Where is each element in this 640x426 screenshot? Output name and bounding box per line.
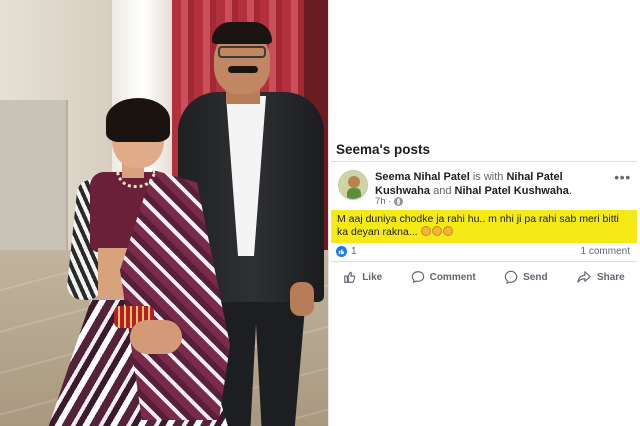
reaction-count: 1 [351,246,357,257]
messenger-icon [504,270,518,284]
post-actions: Like Comment Send Share [329,266,639,288]
man-hand [290,282,314,316]
more-options-icon[interactable]: ••• [614,170,631,185]
share-label: Share [596,271,625,283]
author-name[interactable]: Seema Nihal Patel [375,171,470,183]
comment-icon [411,271,424,284]
like-button[interactable]: Like [343,270,382,284]
globe-icon [394,197,404,206]
thumbs-up-icon [344,271,356,283]
facebook-post-panel: Seema's posts Seema Nihal Patel is with … [328,0,640,426]
couple-photo [0,0,328,426]
share-button[interactable]: Share [576,270,625,284]
reaction-summary[interactable]: 1 [336,246,357,257]
send-label: Send [523,271,548,283]
post-body: M aaj duniya chodke ja rahi hu.. m nhi j… [331,210,637,243]
woman-hands [130,320,182,354]
tagged-person-2[interactable]: Nihal Patel Kushwaha [455,185,569,197]
door [0,100,68,250]
comment-label: Comment [429,271,476,283]
man-glasses [218,46,266,58]
post-meta: 7h · [375,196,404,207]
avatar-image [339,171,367,199]
comment-button[interactable]: Comment [411,270,476,284]
like-label: Like [362,271,383,283]
with-text: is with [472,171,504,183]
send-button[interactable]: Send [504,270,548,284]
post-header: Seema Nihal Patel is with Nihal Patel Ku… [375,170,607,198]
avatar[interactable] [338,170,368,200]
divider [331,161,637,162]
like-reaction-icon [336,246,347,257]
woman-hair [106,98,170,142]
crying-emoji-icon [421,226,432,236]
crying-emoji-icon [443,226,454,236]
period: . [568,185,572,197]
comments-count[interactable]: 1 comment [581,246,630,257]
man-mustache [228,66,258,73]
man-hair [212,22,272,44]
posts-heading: Seema's posts [336,142,431,157]
post-time[interactable]: 7h · [375,196,391,207]
post-text: M aaj duniya chodke ja rahi hu.. m nhi j… [337,213,619,238]
and-text: and [433,185,452,197]
share-icon [577,271,591,283]
crying-emoji-icon [432,226,443,236]
divider [331,261,637,262]
